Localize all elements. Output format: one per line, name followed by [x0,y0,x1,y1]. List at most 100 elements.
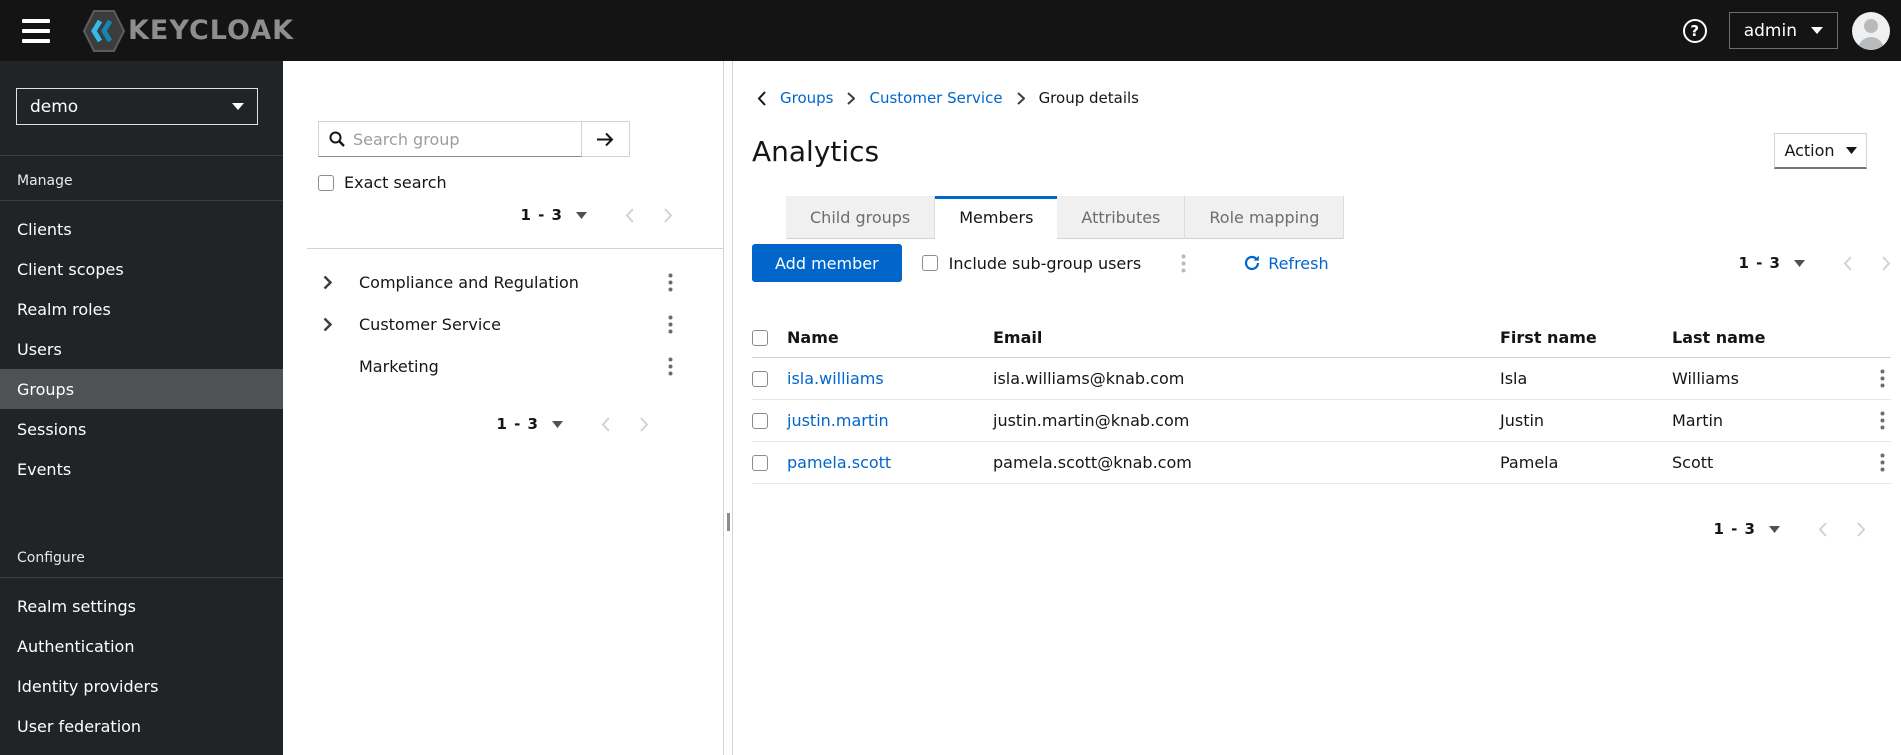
sidebar-item-client-scopes[interactable]: Client scopes [0,249,283,289]
select-all-checkbox[interactable] [752,329,768,346]
group-panel-pagination-top: 1 - 3 [283,206,723,224]
pagination-caret-icon[interactable] [1794,259,1805,267]
tree-item-compliance-and-regulation[interactable]: Compliance and Regulation [283,261,723,303]
help-icon[interactable]: ? [1682,18,1707,43]
keycloak-hexagon-icon [82,9,126,52]
tree-item-marketing[interactable]: Marketing [283,345,723,387]
row-checkbox[interactable] [752,370,768,387]
member-name-link[interactable]: isla.williams [787,369,993,388]
chevron-right-icon[interactable] [323,317,337,332]
table-row: isla.williams isla.williams@knab.com Isl… [752,358,1891,400]
manage-nav-list: Clients Client scopes Realm roles Users … [0,201,283,489]
pagination-caret-icon[interactable] [576,211,587,219]
arrow-right-icon [597,132,614,146]
refresh-button[interactable]: Refresh [1244,254,1329,273]
keycloak-admin-console: KEYCLOAK ? admin demo Manage Clients Cli… [0,0,1901,755]
sidebar-item-realm-roles[interactable]: Realm roles [0,289,283,329]
toolbar-kebab-menu-icon[interactable] [1175,252,1192,275]
sidebar-item-identity-providers[interactable]: Identity providers [0,666,283,706]
kebab-menu-icon[interactable] [662,355,679,378]
action-dropdown[interactable]: Action [1774,133,1867,169]
kebab-menu-icon[interactable] [662,271,679,294]
pagination-range[interactable]: 1 - 3 [1713,520,1756,538]
member-first-name: Isla [1500,369,1528,388]
chevron-right-icon [1016,91,1025,105]
sidebar-item-clients[interactable]: Clients [0,209,283,249]
realm-select-value: demo [30,96,79,117]
chevron-down-icon [232,103,244,110]
tab-child-groups[interactable]: Child groups [786,196,936,238]
kebab-menu-icon[interactable] [662,313,679,336]
pagination-next-icon[interactable] [1857,521,1866,537]
group-search-row [318,121,723,157]
nav-toggle-hamburger-icon[interactable] [22,18,52,43]
table-row: justin.martin justin.martin@knab.com Jus… [752,400,1891,442]
tree-item-label[interactable]: Marketing [359,357,662,376]
sidebar-item-sessions[interactable]: Sessions [0,409,283,449]
member-last-name: Scott [1672,453,1714,472]
include-subgroups-row: Include sub-group users [921,254,1141,273]
pagination-caret-icon[interactable] [552,420,563,428]
col-header-last-name: Last name [1672,328,1766,347]
avatar[interactable] [1852,11,1890,50]
masthead: KEYCLOAK ? admin [0,0,1901,61]
tree-item-label[interactable]: Compliance and Regulation [359,273,662,292]
tree-item-label[interactable]: Customer Service [359,315,662,334]
tree-item-customer-service[interactable]: Customer Service [283,303,723,345]
include-subgroups-checkbox[interactable] [921,255,938,271]
sidebar-item-realm-settings[interactable]: Realm settings [0,586,283,626]
sidebar-item-users[interactable]: Users [0,329,283,369]
pagination-prev-icon[interactable] [1818,521,1827,537]
chevron-right-icon[interactable] [323,275,337,290]
pagination-caret-icon[interactable] [1769,525,1780,533]
sidebar-item-user-federation[interactable]: User federation [0,706,283,746]
breadcrumb-link-groups[interactable]: Groups [780,89,833,107]
tab-members[interactable]: Members [935,196,1058,239]
group-tree: Compliance and Regulation Customer Servi… [283,249,723,387]
add-member-button[interactable]: Add member [752,244,902,282]
pagination-range[interactable]: 1 - 3 [520,206,563,224]
main-content: Groups Customer Service Group details An… [733,61,1901,755]
pagination-prev-icon[interactable] [1843,255,1852,271]
pagination-range[interactable]: 1 - 3 [1738,254,1781,272]
row-kebab-menu-icon[interactable] [1874,409,1891,432]
group-search-input[interactable] [353,129,581,149]
realm-selector-area: demo [0,61,283,156]
page-title: Analytics [752,135,880,168]
search-submit-button[interactable] [582,121,630,157]
row-checkbox[interactable] [752,454,768,471]
sidebar-section-manage: Manage [0,156,283,201]
brand-text: KEYCLOAK [128,15,295,46]
row-kebab-menu-icon[interactable] [1874,451,1891,474]
group-details-tabs: Child groups Members Attributes Role map… [786,196,1345,239]
user-menu-dropdown[interactable]: admin [1728,12,1838,49]
configure-nav-list: Realm settings Authentication Identity p… [0,578,283,746]
chevron-down-icon [1811,27,1823,34]
member-email: isla.williams@knab.com [993,369,1185,388]
group-panel-pagination-bottom: 1 - 3 [283,415,723,433]
pagination-prev-icon[interactable] [601,416,610,432]
pagination-range[interactable]: 1 - 3 [496,415,539,433]
pagination-next-icon[interactable] [1882,255,1891,271]
pagination-prev-icon[interactable] [625,207,634,223]
pagination-next-icon[interactable] [664,207,673,223]
sidebar-item-authentication[interactable]: Authentication [0,626,283,666]
exact-search-label: Exact search [344,173,447,192]
masthead-right: ? admin [1682,11,1890,50]
realm-select[interactable]: demo [16,88,258,125]
tab-role-mapping[interactable]: Role mapping [1185,196,1345,238]
breadcrumb-link-customer-service[interactable]: Customer Service [869,89,1002,107]
panel-resizer[interactable] [723,61,733,755]
member-name-link[interactable]: justin.martin [787,411,993,430]
row-checkbox[interactable] [752,412,768,429]
pagination-next-icon[interactable] [640,416,649,432]
member-name-link[interactable]: pamela.scott [787,453,993,472]
sidebar-item-events[interactable]: Events [0,449,283,489]
breadcrumb-back-icon[interactable] [757,90,766,106]
sidebar-item-groups[interactable]: Groups [0,369,283,409]
exact-search-row: Exact search [318,173,723,192]
exact-search-checkbox[interactable] [318,174,334,191]
row-kebab-menu-icon[interactable] [1874,367,1891,390]
members-pagination-bottom: 1 - 3 [1713,520,1866,538]
tab-attributes[interactable]: Attributes [1057,196,1186,238]
